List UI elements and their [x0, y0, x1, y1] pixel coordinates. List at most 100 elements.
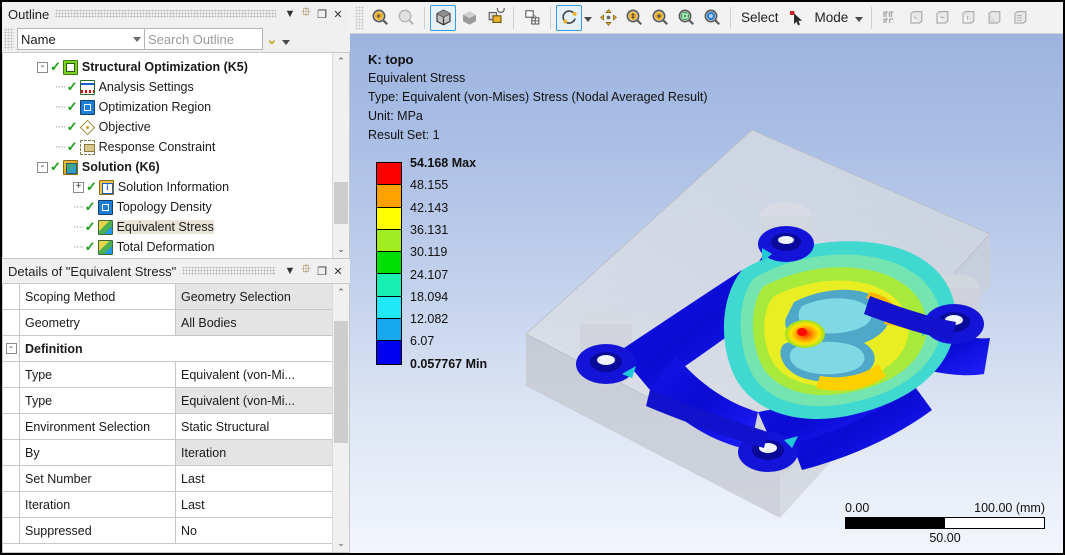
pan-icon[interactable]	[595, 5, 621, 31]
legend-swatch	[377, 296, 401, 320]
select-label[interactable]: Select	[736, 10, 784, 25]
scroll-up-icon[interactable]: ⌃	[333, 53, 350, 70]
search-options-caret-icon[interactable]	[281, 39, 290, 45]
outline-panel-titlebar: Outline ▼ ⯐ ❐ ✕	[2, 2, 350, 26]
tree-item-solution-k6[interactable]: - ✓ Solution (K6)	[3, 157, 332, 177]
box-zoom-icon[interactable]	[647, 5, 673, 31]
tree-item-equivalent-stress[interactable]: ···· ✓ Equivalent Stress	[3, 217, 332, 237]
outline-filter-field[interactable]: Name	[17, 28, 145, 50]
select-cursor-icon[interactable]	[784, 5, 810, 31]
tree-item-objective[interactable]: ···· ✓ Objective	[3, 117, 332, 137]
details-scroll-down-icon[interactable]: ⌄	[333, 535, 350, 552]
shaded-exterior-icon[interactable]	[456, 5, 482, 31]
details-scroll-track[interactable]	[333, 301, 349, 535]
details-row[interactable]: By Iteration	[3, 440, 332, 466]
tree-item-response-constraint[interactable]: ···· ✓ Response Constraint	[3, 137, 332, 157]
details-maximize-icon[interactable]: ❐	[314, 262, 330, 280]
outline-pin-icon[interactable]: ⯐	[298, 4, 314, 23]
details-expander[interactable]: -	[5, 343, 17, 354]
zoom-icon[interactable]	[621, 5, 647, 31]
back-view-icon[interactable]	[929, 5, 955, 31]
zoom-to-fit-icon[interactable]	[367, 5, 393, 31]
details-table[interactable]: Scoping Method Geometry Selection Geometry…	[3, 284, 332, 552]
chevron-down-icon[interactable]	[133, 36, 141, 42]
details-row-gutter	[3, 284, 20, 309]
outline-tree-scrollbar[interactable]: ⌃ ⌄	[332, 53, 349, 258]
tree-check-icon: ✓	[86, 179, 97, 194]
tree-connector: ····	[73, 241, 85, 253]
magnifier-icon[interactable]	[699, 5, 725, 31]
tree-item-label: Topology Density	[116, 200, 212, 214]
graphics-viewport[interactable]: K: topo Equivalent Stress Type: Equivale…	[350, 34, 1063, 553]
details-row[interactable]: Environment Selection Static Structural	[3, 414, 332, 440]
details-close-icon[interactable]: ✕	[330, 262, 346, 280]
tree-item-topology-density[interactable]: ···· ✓ Topology Density	[3, 197, 332, 217]
tree-item-analysis-settings[interactable]: ···· ✓ Analysis Settings	[3, 77, 332, 97]
tree-item-structural-optimization-k5[interactable]: - ✓ Structural Optimization (K5)	[3, 57, 332, 77]
details-row-value[interactable]: Equivalent (von-Mi...	[176, 388, 332, 413]
tree-item-optimization-region[interactable]: ···· ✓ Optimization Region	[3, 97, 332, 117]
scroll-track[interactable]	[333, 70, 349, 241]
tree-check-icon: ✓	[50, 59, 61, 74]
iso-view-icon[interactable]	[1007, 5, 1033, 31]
tree-item-total-deformation[interactable]: ···· ✓ Total Deformation	[3, 237, 332, 257]
tree-item-label: Total Deformation	[116, 240, 215, 254]
search-expand-icon[interactable]: ⌄	[266, 31, 278, 48]
details-row[interactable]: Scoping Method Geometry Selection	[3, 284, 332, 310]
details-dropdown-icon[interactable]: ▼	[282, 262, 298, 280]
tree-expander[interactable]: -	[37, 161, 48, 173]
right-view-icon[interactable]	[981, 5, 1007, 31]
rotate-icon[interactable]	[556, 4, 582, 31]
tree-expander[interactable]: -	[37, 61, 48, 73]
details-pin-icon[interactable]: ⯐	[298, 261, 314, 280]
zoom-to-fit-2-icon[interactable]	[673, 5, 699, 31]
details-row-value[interactable]: Last	[176, 492, 332, 517]
mode-dropdown-caret-icon[interactable]	[855, 16, 864, 22]
outline-maximize-icon[interactable]: ❐	[314, 5, 330, 23]
details-row[interactable]: - Definition	[3, 336, 332, 362]
details-row-value[interactable]: Iteration	[176, 440, 332, 465]
scale-bar: 0.00 100.00 (mm) 50.00	[845, 501, 1045, 545]
search-outline-input[interactable]: Search Outline	[145, 28, 263, 50]
shaded-exterior-edges-icon[interactable]	[430, 4, 456, 31]
scroll-thumb[interactable]	[334, 182, 348, 224]
details-row-value[interactable]: Static Structural	[176, 414, 332, 439]
details-row[interactable]: Type Equivalent (von-Mi...	[3, 388, 332, 414]
left-panel-column: Outline ▼ ⯐ ❐ ✕ Name Search Outline ⌄ - ✓…	[2, 2, 350, 553]
show-mesh-icon[interactable]	[519, 5, 545, 31]
left-view-icon[interactable]	[955, 5, 981, 31]
result-legend[interactable]: 54.168 Max 48.155 42.143 36.131 30.119 24.107…	[376, 156, 540, 371]
outline-tree[interactable]: - ✓ Structural Optimization (K5) ···· ✓ Analy…	[3, 53, 332, 258]
details-row[interactable]: Iteration Last	[3, 492, 332, 518]
details-row-value[interactable]: Geometry Selection	[176, 284, 332, 309]
equivalent-stress-icon	[97, 219, 113, 235]
outline-dropdown-icon[interactable]: ▼	[282, 5, 298, 23]
outline-close-icon[interactable]: ✕	[330, 5, 346, 23]
scale-mid-label: 50.00	[929, 531, 961, 545]
details-row-value[interactable]: Equivalent (von-Mi...	[176, 362, 332, 387]
tree-item-solution-information[interactable]: +✓ Solution Information	[3, 177, 332, 197]
front-view-icon[interactable]	[903, 5, 929, 31]
details-scrollbar[interactable]: ⌃ ⌄	[332, 284, 349, 552]
details-row[interactable]: Suppressed No	[3, 518, 332, 544]
details-scroll-up-icon[interactable]: ⌃	[333, 284, 350, 301]
details-row-value[interactable]: No	[176, 518, 332, 543]
wireframe-icon[interactable]	[482, 5, 508, 31]
tree-check-icon: ✓	[84, 199, 96, 214]
mode-label[interactable]: Mode	[810, 10, 854, 25]
legend-min-label: 0.057767 Min	[410, 356, 488, 371]
named-selection-icon[interactable]	[877, 5, 903, 31]
details-row[interactable]: Type Equivalent (von-Mi...	[3, 362, 332, 388]
details-row-value[interactable]: Last	[176, 466, 332, 491]
details-scroll-thumb[interactable]	[334, 321, 348, 443]
scroll-down-icon[interactable]: ⌄	[333, 241, 350, 258]
details-row[interactable]: Set Number Last	[3, 466, 332, 492]
details-row-value[interactable]: All Bodies	[176, 310, 332, 335]
details-row[interactable]: Geometry All Bodies	[3, 310, 332, 336]
rotate-dropdown-caret-icon[interactable]	[584, 16, 592, 22]
zoom-out-icon[interactable]	[393, 5, 419, 31]
tree-expander[interactable]: +	[73, 181, 84, 193]
toolbar-separator-5	[871, 6, 873, 29]
tree-check-icon: ✓	[66, 79, 78, 94]
outline-filter-row: Name Search Outline ⌄	[2, 26, 350, 52]
